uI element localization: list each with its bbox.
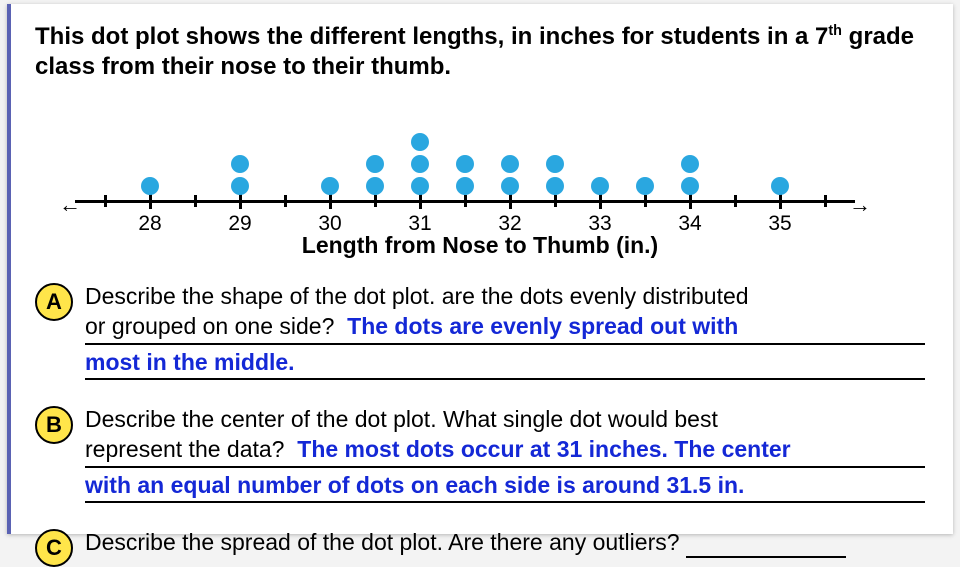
data-dot xyxy=(411,177,429,195)
axis-tick xyxy=(239,193,242,209)
axis-tick-label: 32 xyxy=(498,212,521,236)
question-b: B Describe the center of the dot plot. W… xyxy=(35,404,925,505)
axis-tick xyxy=(779,193,782,209)
axis-tick-label: 30 xyxy=(318,212,341,236)
data-dot xyxy=(231,155,249,173)
axis-tick xyxy=(329,193,332,209)
data-dot xyxy=(681,177,699,195)
question-c: C Describe the spread of the dot plot. A… xyxy=(35,527,925,567)
blank-answer-line xyxy=(686,530,846,557)
answer-text: The most dots occur at 31 inches. The ce… xyxy=(297,436,790,462)
data-dot xyxy=(411,133,429,151)
axis-minor-tick xyxy=(284,195,287,207)
axis-tick-label: 29 xyxy=(228,212,251,236)
axis-tick-label: 34 xyxy=(678,212,701,236)
axis-minor-tick xyxy=(374,195,377,207)
prompt-text: Describe the spread of the dot plot. Are… xyxy=(85,529,680,555)
data-dot xyxy=(591,177,609,195)
data-dot xyxy=(411,155,429,173)
axis-arrow-left-icon: ← xyxy=(59,192,81,218)
axis-minor-tick xyxy=(554,195,557,207)
data-dot xyxy=(231,177,249,195)
axis-minor-tick xyxy=(734,195,737,207)
axis-minor-tick xyxy=(464,195,467,207)
axis-tick xyxy=(509,193,512,209)
answer-text: with an equal number of dots on each sid… xyxy=(85,472,744,498)
worksheet-page: This dot plot shows the different length… xyxy=(7,4,953,534)
axis-tick xyxy=(599,193,602,209)
axis-minor-tick xyxy=(644,195,647,207)
x-axis-label: Length from Nose to Thumb (in.) xyxy=(35,232,925,259)
data-dot xyxy=(546,155,564,173)
question-body: Describe the center of the dot plot. Wha… xyxy=(85,404,925,505)
axis-arrow-right-icon: → xyxy=(849,192,871,218)
bullet-letter: C xyxy=(35,529,73,567)
data-dot xyxy=(141,177,159,195)
axis-tick-label: 33 xyxy=(588,212,611,236)
bullet-letter: B xyxy=(35,406,73,444)
intro-text: This dot plot shows the different length… xyxy=(35,22,925,82)
data-dot xyxy=(456,177,474,195)
data-dot xyxy=(501,177,519,195)
axis-tick-label: 35 xyxy=(768,212,791,236)
data-dot xyxy=(321,177,339,195)
bullet-letter: A xyxy=(35,283,73,321)
axis-tick xyxy=(419,193,422,209)
prompt-text: Describe the center of the dot plot. Wha… xyxy=(85,406,718,432)
axis-tick xyxy=(689,193,692,209)
data-dot xyxy=(546,177,564,195)
axis-tick-label: 31 xyxy=(408,212,431,236)
data-dot xyxy=(681,155,699,173)
axis-minor-tick xyxy=(104,195,107,207)
data-dot xyxy=(501,155,519,173)
data-dot xyxy=(456,155,474,173)
prompt-text: represent the data? xyxy=(85,436,291,462)
axis-tick-label: 28 xyxy=(138,212,161,236)
question-body: Describe the shape of the dot plot. are … xyxy=(85,281,925,382)
data-dot xyxy=(366,155,384,173)
axis-tick xyxy=(149,193,152,209)
data-dot xyxy=(636,177,654,195)
question-body: Describe the spread of the dot plot. Are… xyxy=(85,527,925,557)
data-dot xyxy=(771,177,789,195)
axis-minor-tick xyxy=(824,195,827,207)
axis-minor-tick xyxy=(194,195,197,207)
questions-block: A Describe the shape of the dot plot. ar… xyxy=(35,281,925,567)
data-dot xyxy=(366,177,384,195)
question-a: A Describe the shape of the dot plot. ar… xyxy=(35,281,925,382)
dot-plot: ← → 2829303132333435 xyxy=(75,108,855,228)
